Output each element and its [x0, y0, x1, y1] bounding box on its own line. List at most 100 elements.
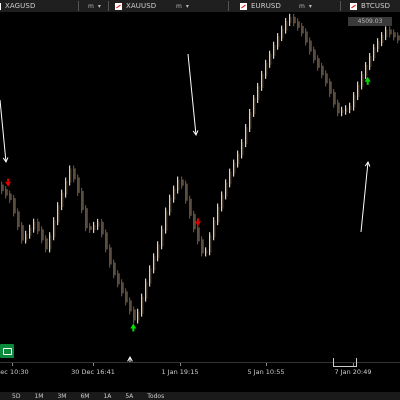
price-brick — [305, 28, 307, 46]
price-brick — [149, 265, 151, 287]
price-brick — [265, 59, 267, 79]
price-brick — [37, 218, 39, 235]
price-brick — [329, 78, 331, 97]
price-brick — [249, 108, 251, 133]
price-brick — [330, 81, 332, 94]
price-brick — [73, 165, 75, 183]
price-brick — [94, 224, 96, 230]
price-brick — [369, 53, 371, 71]
price-brick — [242, 142, 244, 156]
tab-btcusd[interactable]: BTCUSD — [350, 0, 390, 12]
price-brick — [106, 232, 108, 250]
price-brick — [22, 224, 24, 241]
chevron-down-icon: ▾ — [308, 2, 312, 10]
price-brick — [285, 18, 287, 34]
price-brick — [134, 309, 136, 321]
price-brick — [317, 55, 319, 71]
price-brick — [353, 92, 355, 111]
price-brick — [165, 207, 167, 234]
price-brick — [90, 226, 92, 230]
period-5a[interactable]: 5A — [118, 392, 140, 400]
price-brick — [129, 297, 131, 315]
buy-signal-arrow-icon — [130, 323, 137, 329]
tab-symbol: XAUUSD — [126, 2, 157, 10]
tab-timeframe[interactable]: m ▾ — [299, 0, 312, 12]
time-axis-label: 1 Jan 19:15 — [161, 368, 199, 376]
price-brick — [173, 185, 175, 203]
tab-timeframe-label: m — [299, 2, 305, 10]
price-brick — [357, 81, 359, 101]
signal-arrow-stem — [132, 328, 135, 332]
price-brick — [274, 44, 276, 56]
price-brick — [150, 268, 152, 284]
tab-symbol: XAGUSD — [5, 2, 36, 10]
annotation-arrow-line — [0, 99, 7, 163]
price-chart[interactable] — [0, 12, 400, 362]
price-brick — [206, 250, 208, 254]
tab-eurusd[interactable]: EURUSD — [240, 0, 281, 12]
camera-icon — [2, 347, 12, 355]
price-brick — [101, 218, 103, 238]
price-brick — [318, 58, 320, 68]
price-brick — [321, 62, 323, 79]
period-1a[interactable]: 1A — [96, 392, 118, 400]
price-brick — [269, 50, 271, 68]
tab-timeframe[interactable]: m ▾ — [176, 0, 189, 12]
price-brick — [113, 259, 115, 279]
price-brick — [281, 25, 283, 42]
tab-timeframe[interactable]: m ▾ — [88, 0, 101, 12]
price-brick — [62, 192, 64, 208]
time-axis-label: 5 Jan 10:55 — [247, 368, 285, 376]
period-6m[interactable]: 6M — [73, 392, 96, 400]
price-brick — [122, 282, 124, 294]
signal-arrow-stem — [196, 218, 199, 222]
price-brick — [181, 176, 183, 189]
price-brick — [169, 194, 171, 216]
price-brick — [166, 210, 168, 231]
price-brick — [126, 291, 128, 303]
price-brick — [346, 108, 348, 112]
price-brick — [2, 184, 4, 192]
price-brick — [222, 194, 224, 209]
price-brick — [286, 21, 288, 31]
price-brick — [233, 159, 235, 177]
price-brick — [157, 241, 159, 262]
price-brick — [82, 190, 84, 211]
price-brick — [110, 247, 112, 265]
tab-xauusd[interactable]: XAUUSD — [115, 0, 156, 12]
period-5d[interactable]: 5D — [0, 392, 27, 400]
screenshot-button[interactable] — [0, 344, 14, 358]
price-brick — [133, 306, 135, 324]
price-brick — [386, 29, 388, 38]
period-all[interactable]: Todos — [140, 392, 171, 400]
period-3m[interactable]: 3M — [50, 392, 73, 400]
price-brick — [114, 262, 116, 276]
price-brick — [246, 127, 248, 145]
price-brick — [298, 21, 300, 28]
price-brick — [309, 37, 311, 55]
price-brick — [102, 221, 104, 235]
price-brick — [257, 82, 259, 103]
price-brick — [137, 308, 139, 324]
price-brick — [293, 13, 295, 27]
symbol-flag-icon — [115, 2, 122, 10]
price-brick — [301, 22, 303, 37]
price-brick — [378, 41, 380, 50]
price-brick — [394, 32, 396, 38]
price-brick — [49, 232, 51, 253]
price-brick — [217, 203, 219, 226]
price-brick — [162, 228, 164, 247]
price-brick — [377, 38, 379, 53]
price-brick — [237, 150, 239, 168]
price-brick — [338, 102, 340, 114]
period-1m[interactable]: 1M — [27, 392, 50, 400]
price-brick — [117, 270, 119, 288]
price-brick — [26, 233, 28, 241]
price-brick — [174, 188, 176, 200]
price-brick — [277, 33, 279, 50]
price-brick — [97, 218, 99, 230]
crosshair-time-marker — [333, 358, 357, 367]
price-brick — [193, 210, 195, 233]
price-brick — [214, 220, 216, 238]
tab-xagusd[interactable]: XAGUSD — [0, 0, 35, 12]
